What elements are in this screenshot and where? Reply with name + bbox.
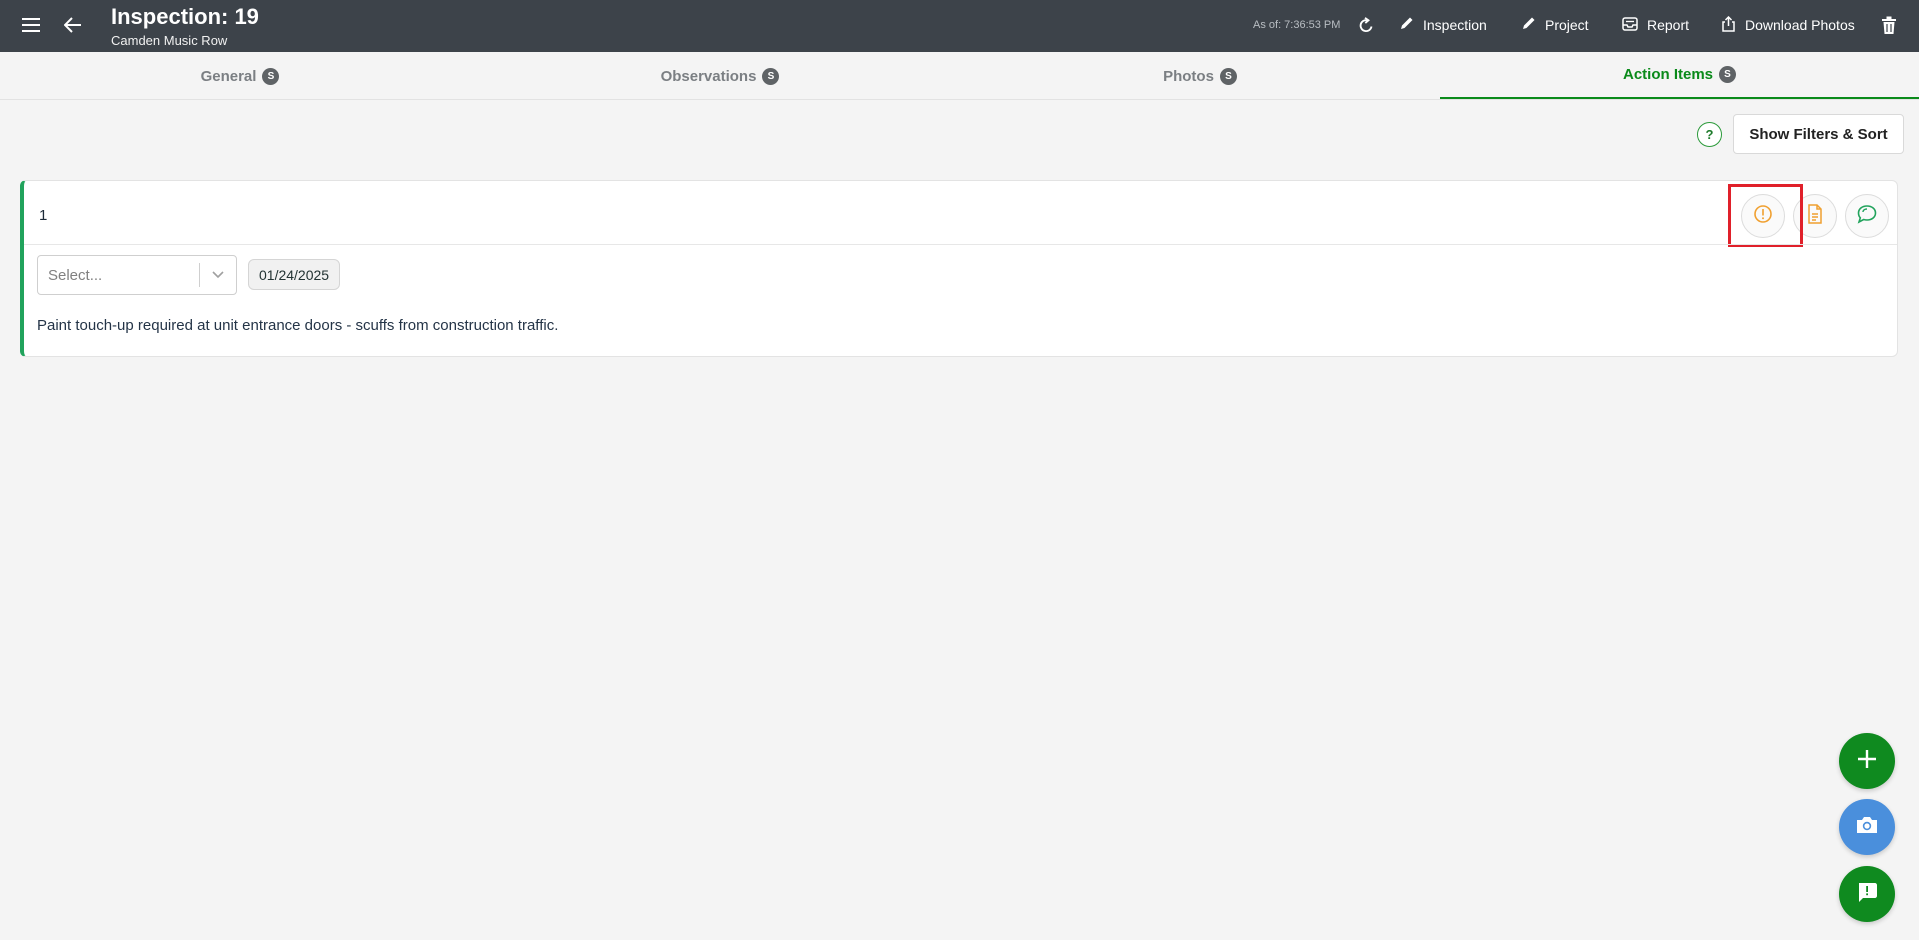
pencil-icon (1399, 16, 1414, 34)
tab-action-items-label: Action Items (1622, 66, 1713, 83)
card-divider (24, 244, 1897, 245)
chevron-down-icon[interactable] (200, 256, 236, 294)
report-button[interactable]: Report (1622, 14, 1689, 36)
tab-general-label: General (200, 67, 257, 85)
report-icon (1622, 16, 1638, 34)
assignee-select[interactable]: Select... (37, 255, 237, 295)
notes-button[interactable] (1793, 194, 1837, 238)
tab-photos[interactable]: Photos S (960, 52, 1440, 100)
tab-photos-badge: S (1219, 67, 1237, 85)
download-photos-button[interactable]: Download Photos (1721, 14, 1855, 36)
pencil-icon (1521, 16, 1536, 34)
tab-action-items[interactable]: Action Items S (1440, 52, 1919, 99)
tab-general-badge: S (262, 67, 280, 85)
edit-project-label: Project (1545, 17, 1589, 33)
chat-icon (1856, 204, 1878, 229)
tab-observations-label: Observations (660, 67, 757, 85)
tab-action-items-badge: S (1719, 66, 1736, 83)
document-icon (1807, 203, 1823, 229)
edit-project-button[interactable]: Project (1521, 14, 1589, 36)
help-button[interactable]: ? (1697, 122, 1722, 147)
feedback-chat-icon (1856, 881, 1878, 908)
add-action-item-button[interactable] (1839, 733, 1895, 789)
show-filters-sort-button[interactable]: Show Filters & Sort (1733, 114, 1904, 154)
exclamation-icon (1753, 204, 1773, 229)
action-item-card: 1 Select... 01/24/2025 Paint touch-up re… (20, 180, 1898, 357)
report-label: Report (1647, 17, 1690, 33)
refresh-icon[interactable] (1355, 14, 1377, 36)
select-placeholder: Select... (48, 266, 103, 284)
share-upload-icon (1721, 15, 1736, 35)
tab-observations-badge: S (762, 67, 780, 85)
camera-icon (1855, 815, 1879, 840)
tab-photos-label: Photos (1163, 67, 1214, 85)
tab-bar: General S Observations S Photos S Action… (0, 52, 1919, 100)
edit-inspection-button[interactable]: Inspection (1399, 14, 1487, 36)
plus-icon (1856, 748, 1878, 775)
comments-button[interactable] (1845, 194, 1889, 238)
download-photos-label: Download Photos (1745, 17, 1855, 33)
back-arrow-icon[interactable] (60, 12, 86, 38)
page-title: Inspection: 19 (111, 4, 259, 29)
tab-general[interactable]: General S (0, 52, 480, 100)
project-name: Camden Music Row (111, 33, 228, 48)
action-item-number: 1 (39, 207, 48, 224)
feedback-button[interactable] (1839, 866, 1895, 922)
trash-icon[interactable] (1878, 13, 1900, 37)
priority-button[interactable] (1741, 194, 1785, 238)
action-item-description: Paint touch-up required at unit entrance… (37, 317, 559, 334)
camera-button[interactable] (1839, 799, 1895, 855)
last-updated-time: As of: 7:36:53 PM (1253, 19, 1341, 31)
hamburger-menu-icon[interactable] (18, 12, 44, 38)
top-bar: Inspection: 19 Camden Music Row As of: 7… (0, 0, 1919, 52)
edit-inspection-label: Inspection (1423, 17, 1487, 33)
due-date-pill[interactable]: 01/24/2025 (248, 259, 341, 290)
tab-observations[interactable]: Observations S (480, 52, 960, 100)
